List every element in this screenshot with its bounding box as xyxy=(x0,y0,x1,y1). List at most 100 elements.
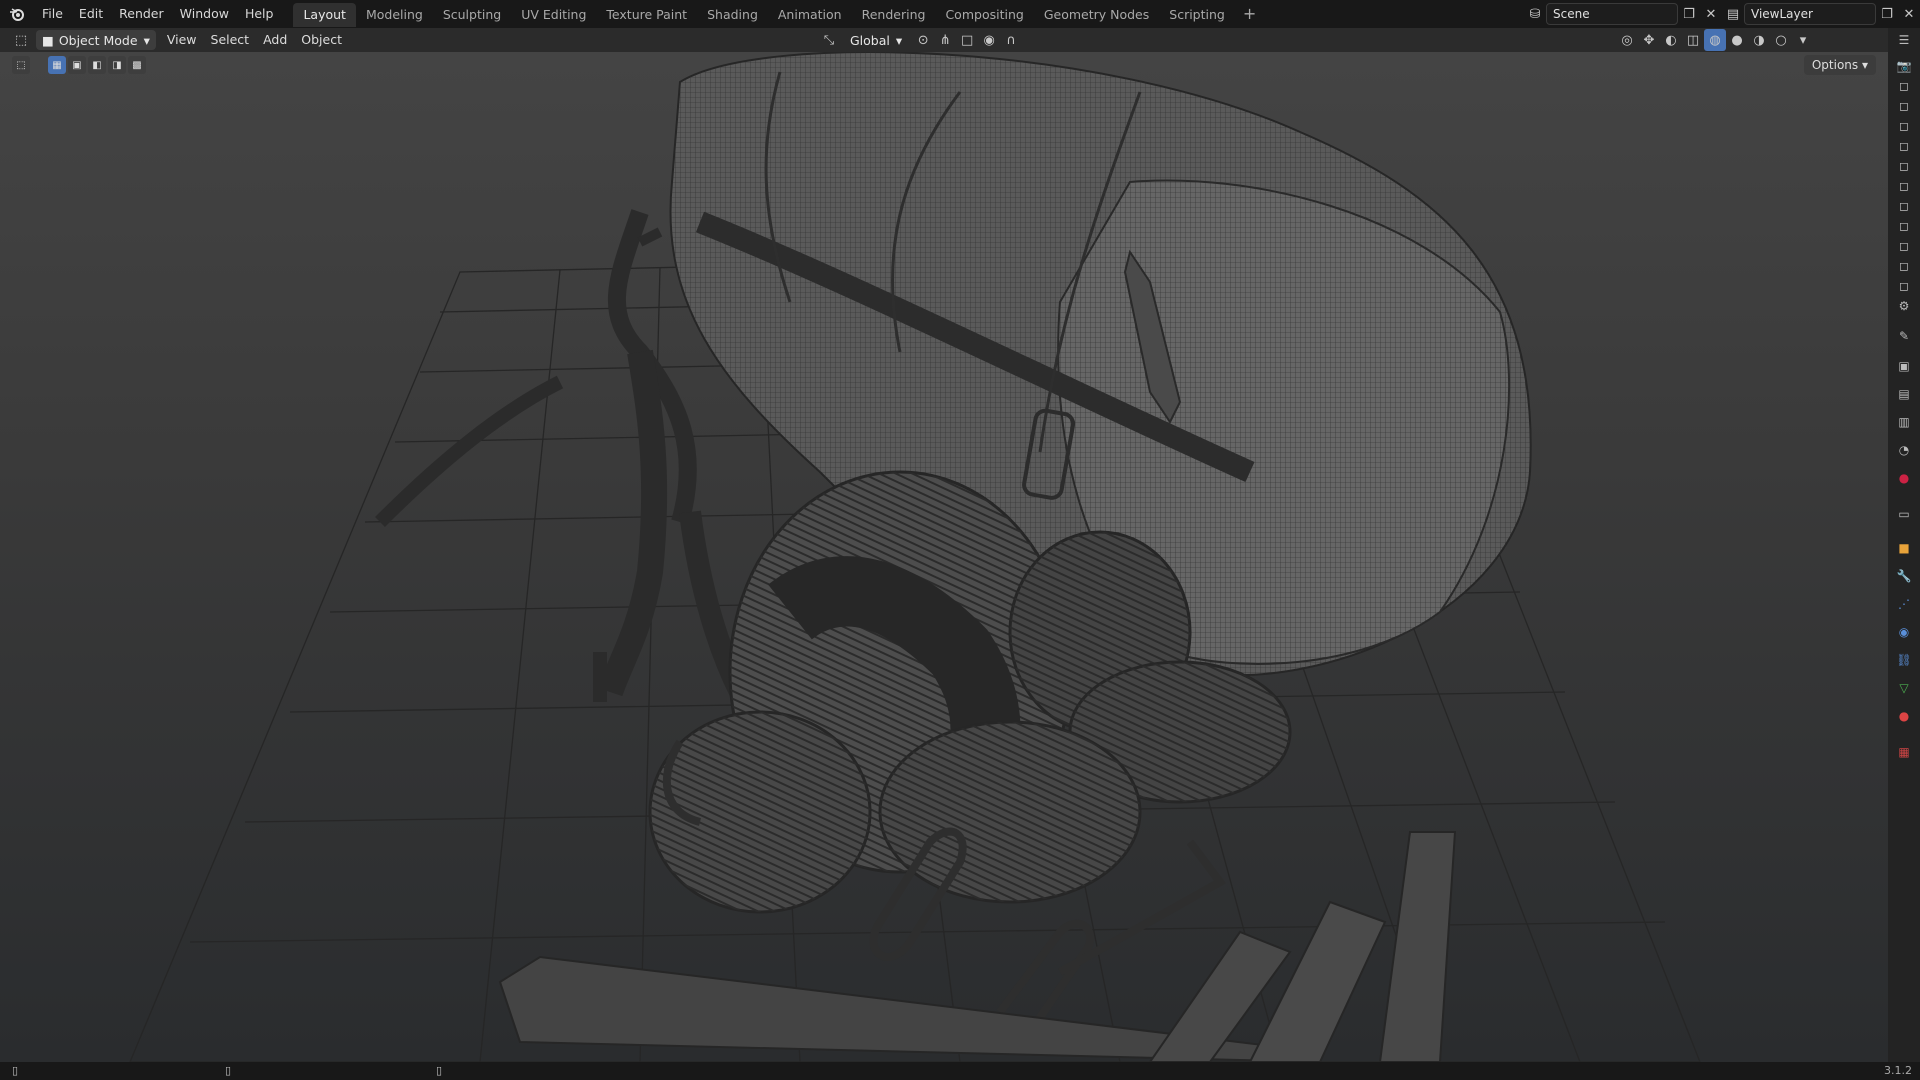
shading-options-icon[interactable]: ▾ xyxy=(1792,29,1814,51)
menu-window[interactable]: Window xyxy=(172,0,237,28)
tab-texture-paint[interactable]: Texture Paint xyxy=(596,3,697,27)
constraints-icon[interactable]: ⛓ xyxy=(1896,652,1912,668)
scene-icon[interactable]: ◔ xyxy=(1896,442,1912,458)
scene-name-field[interactable]: Scene xyxy=(1546,3,1678,25)
visibility-icon[interactable]: ◎ xyxy=(1616,29,1638,51)
options-label: Options xyxy=(1811,58,1859,72)
new-scene-icon[interactable]: ❐ xyxy=(1678,3,1700,25)
collection-icon[interactable]: ▭ xyxy=(1896,506,1912,522)
snap-target-icon[interactable]: □ xyxy=(956,29,978,51)
orientation-label: Global xyxy=(850,32,890,48)
tab-shading[interactable]: Shading xyxy=(697,3,768,27)
scene-selector: ⛁ Scene ❐ ✕ xyxy=(1524,2,1722,26)
scene-name: Scene xyxy=(1553,7,1590,21)
chevron-down-icon: ▾ xyxy=(895,32,903,48)
tab-layout[interactable]: Layout xyxy=(293,3,356,27)
tab-modeling[interactable]: Modeling xyxy=(356,3,433,27)
menu-view[interactable]: View xyxy=(160,28,204,52)
pivot-icon[interactable]: ⊙ xyxy=(912,29,934,51)
tab-scripting[interactable]: Scripting xyxy=(1159,3,1235,27)
tab-rendering[interactable]: Rendering xyxy=(852,3,936,27)
viewlayer-selector: ▤ ViewLayer ❐ ✕ xyxy=(1722,2,1920,26)
particles-icon[interactable]: ⋰ xyxy=(1896,596,1912,612)
rendered-shading-icon[interactable]: ○ xyxy=(1770,29,1792,51)
proportional-edit-icon[interactable]: ◉ xyxy=(978,29,1000,51)
select-invert-icon[interactable]: ◨ xyxy=(108,56,126,74)
mouse-left-icon: ▯ xyxy=(12,1064,19,1077)
render-icon[interactable]: 📷 xyxy=(1896,58,1912,74)
menu-object[interactable]: Object xyxy=(294,28,349,52)
gizmo-icon[interactable]: ✥ xyxy=(1638,29,1660,51)
status-bar: ▯ ▯ ▯ 3.1.2 xyxy=(0,1062,1920,1080)
tool-properties-icon[interactable]: ⚙ xyxy=(1896,298,1912,314)
viewlayer-browse-icon[interactable]: ▤ xyxy=(1722,3,1744,25)
viewlayer-name: ViewLayer xyxy=(1751,7,1813,21)
select-tool-icon[interactable]: ⬚ xyxy=(12,56,30,74)
visibility-toggle-icon[interactable]: ◻ xyxy=(1896,98,1912,114)
workspace-tabs: Layout Modeling Sculpting UV Editing Tex… xyxy=(293,1,1264,27)
transform-controls: ⤡ Global ▾ ⊙ ⋔ □ ◉ ∩ xyxy=(818,29,1022,51)
outliner-icon[interactable]: ☰ xyxy=(1896,32,1912,48)
solid-shading-icon[interactable]: ● xyxy=(1726,29,1748,51)
menu-help[interactable]: Help xyxy=(237,0,282,28)
viewlayer-name-field[interactable]: ViewLayer xyxy=(1744,3,1876,25)
menu-file[interactable]: File xyxy=(34,0,71,28)
scene-browse-icon[interactable]: ⛁ xyxy=(1524,3,1546,25)
view-layer-icon[interactable]: ▥ xyxy=(1896,414,1912,430)
menu-render[interactable]: Render xyxy=(111,0,172,28)
tab-sculpting[interactable]: Sculpting xyxy=(433,3,511,27)
options-dropdown[interactable]: Options ▾ xyxy=(1803,55,1876,75)
tab-uv-editing[interactable]: UV Editing xyxy=(511,3,596,27)
new-viewlayer-icon[interactable]: ❐ xyxy=(1876,3,1898,25)
object-icon[interactable]: ■ xyxy=(1896,540,1912,556)
visibility-toggle-icon[interactable]: ◻ xyxy=(1896,278,1912,294)
falloff-icon[interactable]: ∩ xyxy=(1000,29,1022,51)
tab-geometry-nodes[interactable]: Geometry Nodes xyxy=(1034,3,1159,27)
material-shading-icon[interactable]: ◑ xyxy=(1748,29,1770,51)
top-bar: File Edit Render Window Help Layout Mode… xyxy=(0,0,1920,28)
output-icon[interactable]: ▤ xyxy=(1896,386,1912,402)
transform-orientation-dropdown[interactable]: Global ▾ xyxy=(844,30,908,50)
visibility-toggle-icon[interactable]: ◻ xyxy=(1896,178,1912,194)
material-icon[interactable]: ● xyxy=(1896,708,1912,724)
blender-logo-icon[interactable] xyxy=(0,0,34,28)
data-icon[interactable]: ▽ xyxy=(1896,680,1912,696)
render-props-icon[interactable]: ▣ xyxy=(1896,358,1912,374)
xray-icon[interactable]: ◫ xyxy=(1682,29,1704,51)
visibility-toggle-icon[interactable]: ◻ xyxy=(1896,118,1912,134)
mode-label: Object Mode xyxy=(58,32,138,48)
visibility-toggle-icon[interactable]: ◻ xyxy=(1896,218,1912,234)
mouse-middle-icon: ▯ xyxy=(225,1064,232,1077)
chevron-down-icon: ▾ xyxy=(143,32,150,48)
visibility-toggle-icon[interactable]: ◻ xyxy=(1896,158,1912,174)
visibility-toggle-icon[interactable]: ◻ xyxy=(1896,238,1912,254)
tab-animation[interactable]: Animation xyxy=(768,3,852,27)
3d-viewport[interactable] xyxy=(0,52,1888,1062)
visibility-toggle-icon[interactable]: ◻ xyxy=(1896,138,1912,154)
delete-viewlayer-icon[interactable]: ✕ xyxy=(1898,3,1920,25)
select-subtract-icon[interactable]: ◧ xyxy=(88,56,106,74)
tab-compositing[interactable]: Compositing xyxy=(935,3,1033,27)
wireframe-shading-icon[interactable]: ◍ xyxy=(1704,29,1726,51)
visibility-toggle-icon[interactable]: ◻ xyxy=(1896,258,1912,274)
select-intersect-icon[interactable]: ▩ xyxy=(128,56,146,74)
select-extend-icon[interactable]: ▣ xyxy=(68,56,86,74)
menu-edit[interactable]: Edit xyxy=(71,0,111,28)
snap-icon[interactable]: ⋔ xyxy=(934,29,956,51)
mode-dropdown[interactable]: ■ Object Mode ▾ xyxy=(36,30,156,50)
overlay-icon[interactable]: ◐ xyxy=(1660,29,1682,51)
object-mode-icon: ■ xyxy=(42,32,54,48)
world-icon[interactable]: ● xyxy=(1896,470,1912,486)
modifier-icon[interactable]: 🔧 xyxy=(1896,568,1912,584)
physics-icon[interactable]: ◉ xyxy=(1896,624,1912,640)
visibility-toggle-icon[interactable]: ◻ xyxy=(1896,198,1912,214)
menu-select[interactable]: Select xyxy=(204,28,257,52)
add-workspace-button[interactable]: + xyxy=(1235,1,1264,27)
editor-type-icon[interactable]: ⬚ xyxy=(10,29,32,51)
tool-icon[interactable]: ✎ xyxy=(1896,328,1912,344)
select-new-icon[interactable]: ▦ xyxy=(48,56,66,74)
texture-icon[interactable]: ▦ xyxy=(1896,744,1912,760)
visibility-toggle-icon[interactable]: ◻ xyxy=(1896,78,1912,94)
menu-add[interactable]: Add xyxy=(256,28,294,52)
delete-scene-icon[interactable]: ✕ xyxy=(1700,3,1722,25)
